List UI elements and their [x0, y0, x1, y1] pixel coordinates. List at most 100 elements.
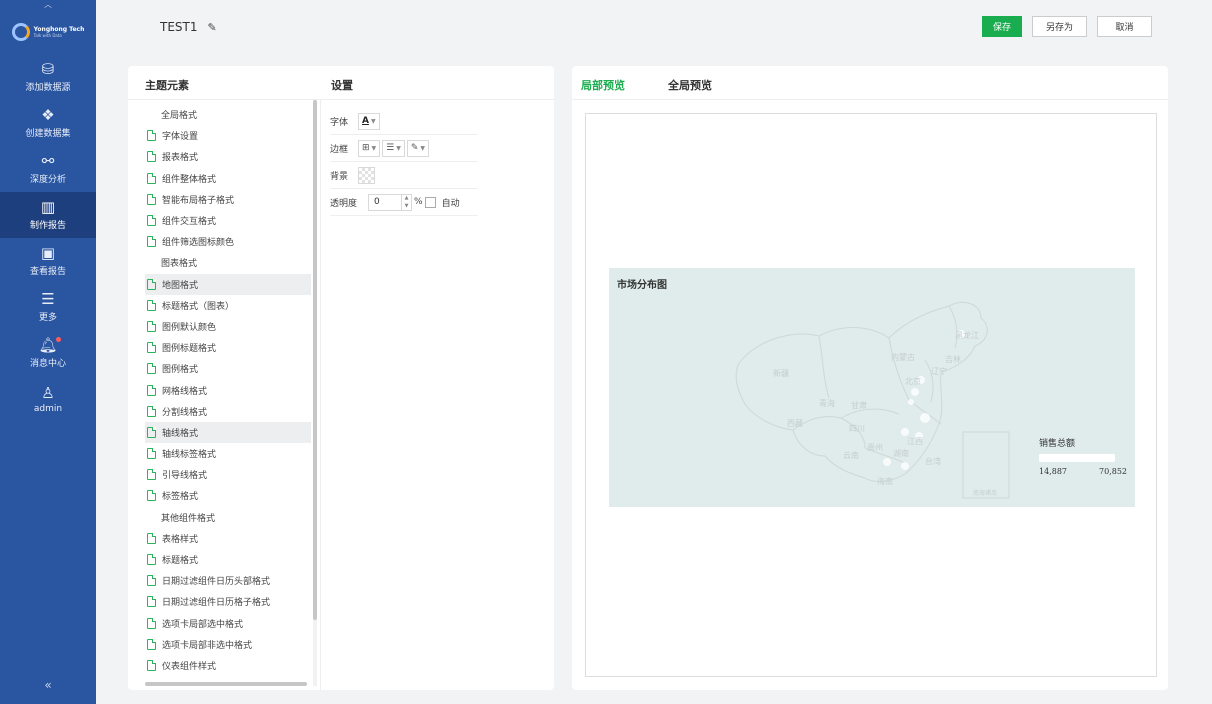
sidebar-nav: ⛁ 添加数据源 ❖ 创建数据集 ⚯ 深度分析 ▥ 制作报告 ▣ 查看报告 ☰ 更多 🔔︎ 消息中心 ♙ adm…	[0, 54, 96, 422]
list-horizontal-scrollbar[interactable]	[145, 682, 307, 686]
font-color-icon: A	[362, 116, 369, 126]
list-item[interactable]: 表格样式	[145, 528, 311, 549]
preview-canvas: 市场分布图 新疆 西藏 青海 甘肃 四川 内蒙古 黑龙江 吉林 辽宁 北京 云南…	[585, 113, 1157, 677]
document-icon	[147, 151, 156, 163]
map-chart[interactable]: 市场分布图 新疆 西藏 青海 甘肃 四川 内蒙古 黑龙江 吉林 辽宁 北京 云南…	[609, 268, 1135, 507]
document-icon	[147, 236, 156, 248]
analysis-nodes-icon: ⚯	[41, 152, 55, 170]
sidebar-item-bell[interactable]: 🔔︎ 消息中心	[0, 330, 96, 376]
sidebar-item-database[interactable]: ⛁ 添加数据源	[0, 54, 96, 100]
layers-icon: ❖	[41, 106, 55, 124]
legend-min: 14,887	[1039, 467, 1067, 476]
list-item[interactable]: 分割线格式	[145, 401, 311, 422]
document-icon	[147, 532, 156, 544]
collapse-up-icon[interactable]: ︿	[0, 0, 96, 10]
list-item[interactable]: 组件整体格式	[145, 168, 311, 189]
list-item-label: 仪表组件样式	[162, 661, 217, 672]
map-title: 市场分布图	[617, 280, 667, 291]
font-label: 字体	[330, 117, 349, 128]
list-item[interactable]: 标签格式	[145, 485, 311, 506]
list-item[interactable]: 仪表组件样式	[145, 655, 311, 676]
list-scrollbar-thumb[interactable]	[313, 100, 317, 620]
legend-max: 70,852	[1099, 467, 1127, 476]
tab-global-preview[interactable]: 全局预览	[668, 77, 712, 93]
cancel-button[interactable]: 取消	[1097, 16, 1152, 37]
region-label: 贵州	[867, 443, 883, 452]
font-color-dropdown[interactable]: A ▼	[358, 112, 380, 130]
list-item-label: 引导线格式	[162, 471, 208, 482]
region-label: 江西	[907, 437, 923, 446]
logo: Yonghong Tech Talk with Data	[0, 10, 96, 54]
sidebar-item-analysis-nodes[interactable]: ⚯ 深度分析	[0, 146, 96, 192]
opacity-stepper[interactable]: ▲ ▼	[402, 193, 412, 211]
list-item[interactable]: 网格线格式	[145, 379, 311, 400]
sidebar-item-report-chart[interactable]: ▥ 制作报告	[0, 192, 96, 238]
list-item[interactable]: 组件交互格式	[145, 210, 311, 231]
stepper-down-icon[interactable]: ▼	[405, 203, 409, 209]
list-item[interactable]: 日期过滤组件日历头部格式	[145, 570, 311, 591]
auto-label: 自动	[441, 198, 460, 209]
list-item[interactable]: 选项卡局部选中格式	[145, 613, 311, 634]
list-item-label: 报表格式	[162, 153, 199, 164]
notification-dot	[55, 337, 61, 342]
border-setting-row: 边框 ⊞ ▼ ☰ ▼ ✎ ▼	[330, 135, 478, 162]
pencil-icon[interactable]: ✎	[208, 21, 217, 34]
sidebar-item-label: 更多	[38, 313, 57, 323]
region-label: 西藏	[787, 419, 803, 428]
list-item[interactable]: 图例格式	[145, 358, 311, 379]
auto-checkbox[interactable]	[424, 196, 436, 208]
border-color-dropdown[interactable]: ✎ ▼	[406, 139, 430, 157]
tab-local-preview[interactable]: 局部预览	[581, 77, 625, 93]
opacity-setting-row: 透明度 0 ▲ ▼ % 自动	[330, 189, 478, 216]
report-chart-icon: ▥	[40, 198, 56, 216]
list-item[interactable]: 智能布局格子格式	[145, 189, 311, 210]
document-icon	[147, 554, 156, 566]
list-group-header: 全局格式	[161, 111, 198, 122]
list-item[interactable]: 图例标题格式	[145, 337, 311, 358]
list-item[interactable]: 地图格式	[145, 273, 311, 295]
stepper-up-icon[interactable]: ▲	[405, 195, 409, 201]
list-item[interactable]: 组件筛选图标颜色	[145, 231, 311, 252]
list-item[interactable]: 引导线格式	[145, 464, 311, 485]
legend-title: 销售总额	[1039, 439, 1076, 449]
sidebar-item-view-report[interactable]: ▣ 查看报告	[0, 238, 96, 284]
list-item[interactable]: 标题格式（图表）	[145, 295, 311, 316]
sidebar-item-label: 创建数据集	[25, 129, 71, 139]
list-item[interactable]: 图例默认颜色	[145, 316, 311, 337]
background-color-picker[interactable]	[358, 166, 375, 184]
save-button[interactable]: 保存	[981, 16, 1022, 37]
sidebar-item-user[interactable]: ♙ admin	[0, 376, 96, 422]
list-item-label: 图例标题格式	[162, 344, 217, 355]
sidebar-item-layers[interactable]: ❖ 创建数据集	[0, 100, 96, 146]
list-item[interactable]: 轴线格式	[145, 421, 311, 443]
opacity-input[interactable]: 0	[368, 193, 402, 211]
save-as-button[interactable]: 另存为	[1032, 16, 1087, 37]
settings-heading: 设置	[331, 79, 353, 92]
list-item-label: 地图格式	[162, 280, 199, 291]
list-item[interactable]: 日期过滤组件日历格子格式	[145, 591, 311, 612]
border-label: 边框	[330, 144, 349, 155]
preview-panel: 局部预览 全局预览 市场分布图 新疆 西藏 青海 甘肃 四川 内蒙古 黑龙江 吉…	[572, 66, 1168, 690]
document-icon	[147, 659, 156, 671]
document-icon	[147, 426, 156, 438]
list-item[interactable]: 轴线标签格式	[145, 443, 311, 464]
document-icon	[147, 193, 156, 205]
preview-tabs: 局部预览 全局预览	[572, 66, 1168, 100]
list-item-label: 组件筛选图标颜色	[162, 238, 235, 249]
border-style-dropdown[interactable]: ☰ ▼	[382, 139, 405, 157]
sidebar-item-menu[interactable]: ☰ 更多	[0, 284, 96, 330]
pen-color-icon: ✎	[410, 143, 419, 153]
document-icon	[147, 342, 156, 354]
list-item[interactable]: 报表格式	[145, 146, 311, 167]
document-icon	[147, 448, 156, 460]
list-scrollbar[interactable]	[313, 100, 317, 686]
sidebar-item-label: 添加数据源	[25, 83, 71, 93]
list-item[interactable]: 选项卡局部非选中格式	[145, 634, 311, 655]
border-grid-icon: ⊞	[362, 143, 370, 153]
border-position-dropdown[interactable]: ⊞ ▼	[358, 139, 381, 157]
list-item[interactable]: 标题格式	[145, 549, 311, 570]
collapse-sidebar-icon[interactable]: «	[0, 678, 96, 692]
map-legend: 销售总额 14,887 70,852	[1039, 436, 1135, 476]
document-icon	[147, 638, 156, 650]
list-item[interactable]: 字体设置	[145, 125, 311, 146]
